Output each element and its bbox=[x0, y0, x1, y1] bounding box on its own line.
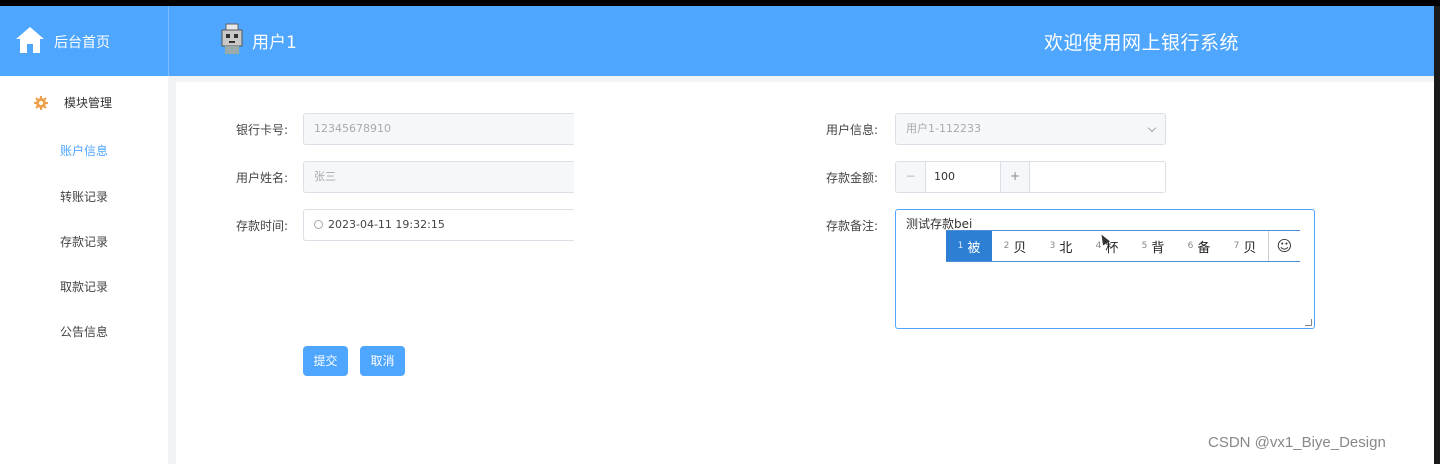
sidebar-module-header[interactable]: 模块管理 bbox=[34, 94, 112, 111]
ime-candidate-number: 2 bbox=[1003, 241, 1010, 251]
gear-icon bbox=[34, 95, 48, 110]
sidebar: 模块管理 账户信息 转账记录 存款记录 取款记录 公告信息 bbox=[0, 76, 168, 464]
increment-button[interactable]: + bbox=[1000, 162, 1030, 192]
user-info-select[interactable]: 用户1-112233 bbox=[895, 113, 1166, 145]
ime-candidate-number: 5 bbox=[1141, 241, 1148, 251]
ime-candidate[interactable]: 6备 bbox=[1176, 231, 1222, 261]
sidebar-item-account-info[interactable]: 账户信息 bbox=[0, 142, 168, 159]
ime-candidate-bar: 1被 2贝 3北 4杯 5背 6备 7贝 ☺ bbox=[946, 230, 1300, 262]
ime-candidate-number: 6 bbox=[1187, 241, 1194, 251]
user-name-field[interactable]: 张三 bbox=[303, 161, 574, 193]
sidebar-item-announcements[interactable]: 公告信息 bbox=[0, 323, 168, 340]
amount-stepper[interactable]: − 100 + bbox=[895, 161, 1166, 193]
emoji-icon[interactable]: ☺ bbox=[1268, 231, 1300, 261]
home-icon[interactable] bbox=[14, 24, 46, 56]
user-avatar-icon bbox=[221, 23, 243, 54]
remark-label: 存款备注: bbox=[825, 219, 878, 233]
ime-candidate[interactable]: 2贝 bbox=[992, 231, 1038, 261]
current-user-label[interactable]: 用户1 bbox=[252, 28, 297, 53]
card-no-label: 银行卡号: bbox=[235, 123, 288, 137]
ime-candidate-text: 贝 bbox=[1013, 240, 1027, 256]
amount-label: 存款金额: bbox=[825, 171, 878, 185]
submit-button[interactable]: 提交 bbox=[303, 346, 348, 376]
sidebar-item-transfer-records[interactable]: 转账记录 bbox=[0, 188, 168, 205]
ime-candidate-text: 贝 bbox=[1243, 240, 1257, 256]
user-info-label: 用户信息: bbox=[825, 123, 878, 137]
ime-candidate-text: 北 bbox=[1059, 240, 1073, 256]
ime-candidate-text: 背 bbox=[1151, 240, 1165, 256]
amount-value[interactable]: 100 bbox=[934, 162, 955, 192]
deposit-time-value: 2023-04-11 19:32:15 bbox=[328, 218, 445, 231]
sidebar-item-deposit-records[interactable]: 存款记录 bbox=[0, 233, 168, 250]
ime-candidate-text: 备 bbox=[1197, 240, 1211, 256]
ime-candidate[interactable]: 1被 bbox=[946, 231, 992, 261]
home-link[interactable]: 后台首页 bbox=[54, 32, 110, 52]
card-no-field[interactable]: 12345678910 bbox=[303, 113, 574, 145]
chevron-down-icon bbox=[1147, 123, 1157, 133]
deposit-time-label: 存款时间: bbox=[235, 219, 288, 233]
ime-candidate-number: 1 bbox=[957, 241, 964, 251]
ime-candidate[interactable]: 3北 bbox=[1038, 231, 1084, 261]
welcome-title: 欢迎使用网上银行系统 bbox=[1044, 32, 1240, 54]
ime-candidate[interactable]: 7贝 bbox=[1222, 231, 1268, 261]
window-right-edge bbox=[1434, 6, 1440, 464]
watermark: CSDN @vx1_Biye_Design bbox=[1208, 434, 1386, 451]
resize-grip-icon[interactable] bbox=[1305, 319, 1312, 326]
cancel-button[interactable]: 取消 bbox=[360, 346, 405, 376]
sidebar-module-label: 模块管理 bbox=[64, 96, 113, 110]
top-header: 后台首页 用户1 欢迎使用网上银行系统 bbox=[0, 6, 1434, 76]
ime-candidate-text: 被 bbox=[967, 240, 981, 256]
user-name-label: 用户姓名: bbox=[235, 171, 288, 185]
header-divider bbox=[168, 6, 169, 76]
ime-candidate[interactable]: 5背 bbox=[1130, 231, 1176, 261]
clock-icon bbox=[314, 220, 323, 229]
ime-candidate-number: 7 bbox=[1233, 241, 1240, 251]
ime-candidate-number: 3 bbox=[1049, 241, 1056, 251]
user-info-value: 用户1-112233 bbox=[906, 122, 981, 135]
remark-textarea[interactable]: 测试存款bei bbox=[895, 209, 1315, 329]
sidebar-item-withdraw-records[interactable]: 取款记录 bbox=[0, 278, 168, 295]
deposit-time-field[interactable]: 2023-04-11 19:32:15 bbox=[303, 209, 574, 241]
decrement-button[interactable]: − bbox=[896, 162, 926, 192]
